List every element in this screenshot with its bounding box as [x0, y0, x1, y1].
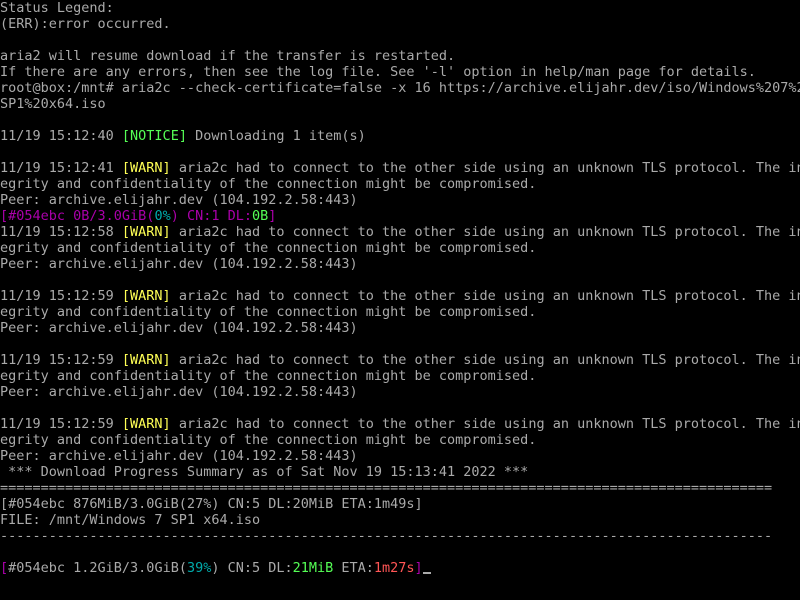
terminal-line: root@box:/mnt# aria2c --check-certificat…: [0, 80, 800, 96]
terminal-line: 11/19 15:12:58 [WARN] aria2c had to conn…: [0, 224, 800, 240]
terminal-line: [#054ebc 0B/3.0GiB(0%) CN:1 DL:0B]: [0, 208, 800, 224]
terminal-text-segment: Peer: archive.elijahr.dev (104.192.2.58:…: [0, 448, 358, 464]
terminal-line: egrity and confidentiality of the connec…: [0, 240, 800, 256]
terminal-text-segment: FILE: /mnt/Windows 7 SP1 x64.iso: [0, 512, 261, 528]
terminal-text-segment: 39%: [186, 560, 212, 576]
terminal-text-segment: 11/19 15:12:59: [0, 352, 122, 368]
terminal-text-segment: Status Legend:: [0, 0, 114, 16]
terminal-line: aria2 will resume download if the transf…: [0, 48, 800, 64]
terminal-text-segment: [WARN]: [121, 288, 171, 304]
terminal-text-segment: Peer: archive.elijahr.dev (104.192.2.58:…: [0, 256, 358, 272]
terminal-text-segment: [#054ebc 876MiB/3.0GiB(27%) CN:5 DL:20Mi…: [0, 496, 423, 512]
terminal-line: [#054ebc 876MiB/3.0GiB(27%) CN:5 DL:20Mi…: [0, 496, 800, 512]
terminal-text-segment: [WARN]: [121, 352, 171, 368]
terminal-line: SP1%20x64.iso: [0, 96, 800, 112]
terminal-text-segment: #054ebc 1.2GiB/3.0GiB(: [8, 560, 187, 576]
terminal-text-segment: Peer: archive.elijahr.dev (104.192.2.58:…: [0, 192, 358, 208]
terminal-line: FILE: /mnt/Windows 7 SP1 x64.iso: [0, 512, 800, 528]
terminal-line: 11/19 15:12:59 [WARN] aria2c had to conn…: [0, 288, 800, 304]
terminal-line: [#054ebc 1.2GiB/3.0GiB(39%) CN:5 DL:21Mi…: [0, 560, 800, 576]
terminal-text-segment: Peer: archive.elijahr.dev (104.192.2.58:…: [0, 384, 358, 400]
terminal-line: Peer: archive.elijahr.dev (104.192.2.58:…: [0, 448, 800, 464]
terminal-line: egrity and confidentiality of the connec…: [0, 176, 800, 192]
terminal-line: If there are any errors, then see the lo…: [0, 64, 800, 80]
terminal-text-segment: egrity and confidentiality of the connec…: [0, 240, 537, 256]
terminal-text-segment: aria2c had to connect to the other side …: [170, 416, 800, 432]
terminal-window[interactable]: Status Legend: (ERR):error occurred. aria2…: [0, 0, 800, 600]
terminal-text-segment: aria2 will resume download if the transf…: [0, 48, 456, 64]
terminal-text-segment: 11/19 15:12:40: [0, 128, 122, 144]
terminal-text-segment: egrity and confidentiality of the connec…: [0, 176, 537, 192]
terminal-text-segment: ========================================…: [0, 480, 773, 496]
terminal-text-segment: egrity and confidentiality of the connec…: [0, 304, 537, 320]
terminal-line: egrity and confidentiality of the connec…: [0, 368, 800, 384]
terminal-line: *** Download Progress Summary as of Sat …: [0, 464, 800, 480]
terminal-text-segment: [#054ebc 0B/3.0GiB(: [0, 208, 155, 224]
terminal-text-segment: aria2c had to connect to the other side …: [170, 160, 800, 176]
terminal-text-segment: [WARN]: [121, 160, 171, 176]
terminal-text-segment: [WARN]: [121, 416, 171, 432]
terminal-text-segment: 0%: [154, 208, 171, 224]
text-cursor: [422, 572, 431, 574]
terminal-text-segment: Peer: archive.elijahr.dev (104.192.2.58:…: [0, 320, 358, 336]
terminal-text-segment: [WARN]: [121, 224, 171, 240]
terminal-line: ========================================…: [0, 480, 800, 496]
terminal-text-segment: aria2c had to connect to the other side …: [170, 288, 800, 304]
terminal-text-segment: 0B: [251, 208, 269, 224]
terminal-line: (ERR):error occurred.: [0, 16, 800, 32]
terminal-line: 11/19 15:12:59 [WARN] aria2c had to conn…: [0, 416, 800, 432]
terminal-text-segment: root@box:/mnt# aria2c --check-certificat…: [0, 80, 800, 96]
terminal-text-segment: [NOTICE]: [121, 128, 187, 144]
terminal-line: Peer: archive.elijahr.dev (104.192.2.58:…: [0, 320, 800, 336]
terminal-text-segment: ]: [414, 560, 423, 576]
terminal-text-segment: egrity and confidentiality of the connec…: [0, 368, 537, 384]
terminal-text-segment: 21MiB: [292, 560, 334, 576]
terminal-text-segment: 11/19 15:12:59: [0, 288, 122, 304]
terminal-line: 11/19 15:12:59 [WARN] aria2c had to conn…: [0, 352, 800, 368]
terminal-text-segment: aria2c had to connect to the other side …: [170, 224, 800, 240]
terminal-text-segment: SP1%20x64.iso: [0, 96, 106, 112]
terminal-text-segment: ) CN:5 DL:: [211, 560, 293, 576]
terminal-text-segment: ]: [268, 208, 277, 224]
terminal-line: egrity and confidentiality of the connec…: [0, 432, 800, 448]
terminal-line: 11/19 15:12:40 [NOTICE] Downloading 1 it…: [0, 128, 800, 144]
terminal-text-segment: 11/19 15:12:59: [0, 416, 122, 432]
terminal-text-segment: 11/19 15:12:41: [0, 160, 122, 176]
terminal-text-segment: egrity and confidentiality of the connec…: [0, 432, 537, 448]
terminal-line: 11/19 15:12:41 [WARN] aria2c had to conn…: [0, 160, 800, 176]
terminal-line: Peer: archive.elijahr.dev (104.192.2.58:…: [0, 192, 800, 208]
terminal-text-segment: *** Download Progress Summary as of Sat …: [0, 464, 529, 480]
terminal-text-segment: ETA:: [333, 560, 374, 576]
terminal-text-segment: If there are any errors, then see the lo…: [0, 64, 756, 80]
terminal-line: Peer: archive.elijahr.dev (104.192.2.58:…: [0, 256, 800, 272]
terminal-line: Status Legend:: [0, 0, 800, 16]
terminal-text-segment: Downloading 1 item(s): [186, 128, 366, 144]
terminal-line: Peer: archive.elijahr.dev (104.192.2.58:…: [0, 384, 800, 400]
terminal-text-segment: 11/19 15:12:58: [0, 224, 122, 240]
terminal-line: ----------------------------------------…: [0, 528, 800, 544]
terminal-text-segment: (ERR):error occurred.: [0, 16, 171, 32]
terminal-text-segment: [: [0, 560, 9, 576]
terminal-text-segment: ) CN:1 DL:: [170, 208, 252, 224]
terminal-text-segment: aria2c had to connect to the other side …: [170, 352, 800, 368]
terminal-text-segment: 1m27s: [373, 560, 415, 576]
terminal-text-segment: ----------------------------------------…: [0, 528, 773, 544]
terminal-line: egrity and confidentiality of the connec…: [0, 304, 800, 320]
